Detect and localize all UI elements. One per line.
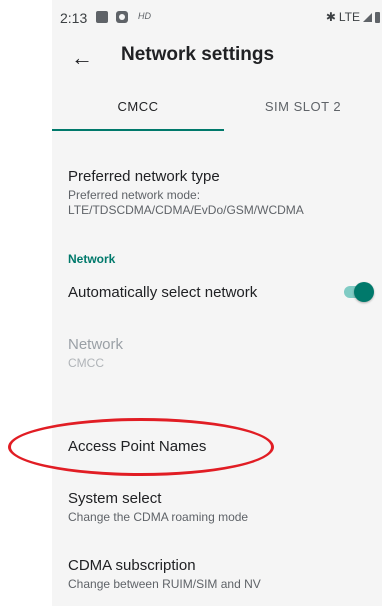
status-indicators: ✱ LTE [326, 10, 380, 24]
page-title: Network settings [121, 44, 275, 65]
tab-indicator [52, 129, 224, 131]
preferred-network-type-item[interactable]: Preferred network type Preferred network… [68, 168, 378, 218]
item-title: Preferred network type [68, 168, 220, 185]
item-summary: CMCC [68, 356, 104, 370]
toolbar: ← Network settings [52, 36, 382, 82]
item-summary: Preferred network mode: LTE/TDSCDMA/CDMA… [68, 188, 304, 217]
back-button[interactable]: ← [64, 40, 100, 76]
tab-cmcc[interactable]: CMCC [52, 82, 224, 130]
item-summary: Change between RUIM/SIM and NV [68, 577, 261, 591]
arrow-back-icon: ← [71, 45, 93, 70]
cdma-subscription-item[interactable]: CDMA subscription Change between RUIM/SI… [68, 557, 378, 592]
item-title: Automatically select network [68, 284, 258, 301]
notification-icon [96, 11, 108, 23]
tab-sim-slot-2[interactable]: SIM SLOT 2 [224, 82, 382, 130]
item-title: Network [68, 336, 124, 353]
item-title: Access Point Names [68, 438, 207, 455]
battery-icon [375, 11, 380, 23]
system-select-item[interactable]: System select Change the CDMA roaming mo… [68, 490, 378, 525]
signal-icon [363, 12, 372, 22]
status-time: 2:13 [60, 10, 88, 26]
tab-label: CMCC [117, 98, 159, 114]
tab-label: SIM SLOT 2 [264, 98, 342, 114]
item-summary: Change the CDMA roaming mode [68, 510, 249, 524]
camera-icon [116, 11, 128, 23]
switch-thumb [354, 282, 374, 302]
hd-icon: HD [138, 11, 151, 21]
item-title: CDMA subscription [68, 557, 196, 574]
item-title: System select [68, 490, 162, 507]
access-point-names-item[interactable]: Access Point Names [68, 438, 378, 455]
network-category-header: Network [68, 252, 116, 266]
auto-select-switch[interactable] [344, 282, 374, 302]
status-bar: 2:13 HD ✱ LTE [52, 0, 382, 36]
phone-screen: 2:13 HD ✱ LTE ← Network settings CMCC SI… [52, 0, 382, 606]
auto-select-network-item[interactable]: Automatically select network [68, 284, 378, 301]
network-item: Network CMCC [68, 336, 378, 371]
network-type-label: LTE [338, 10, 360, 24]
bluetooth-icon: ✱ [325, 10, 336, 24]
sim-tabs: CMCC SIM SLOT 2 [52, 82, 382, 132]
